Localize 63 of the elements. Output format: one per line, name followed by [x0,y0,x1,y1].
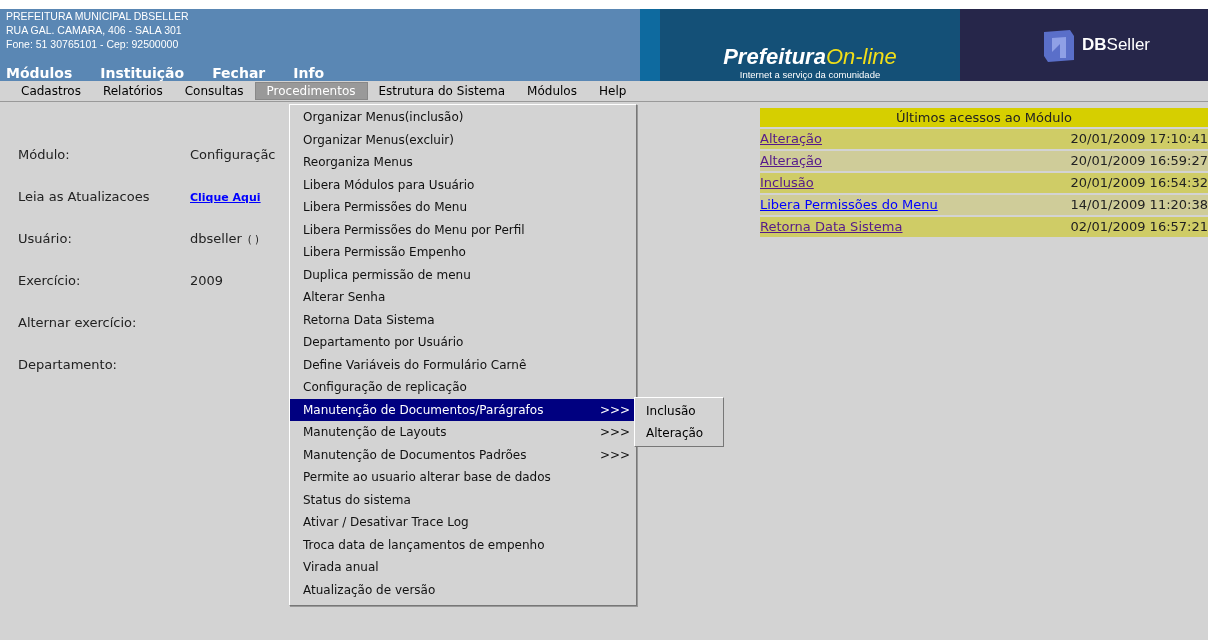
address-text: Fone: 51 30765101 - Cep: 92500000 [6,37,180,51]
dropdown-item[interactable]: Libera Permissão Empenho [290,241,636,264]
recent-access-link[interactable]: Alteração [760,151,822,171]
top-menu-link[interactable]: Fechar [212,65,266,81]
menu-item[interactable]: Estrutura do Sistema [367,81,517,101]
access-date: 20/01/2009 16:59:27 [1070,152,1208,170]
menu-item[interactable]: Relatórios [91,81,174,101]
dropdown-item[interactable]: Virada anual [290,556,636,579]
parentheses-text: ( ) [247,234,259,245]
dropdown-item[interactable]: Atualização de versão [290,578,636,601]
field-label: Departamento: [18,357,118,372]
field-label: Leia as Atualizacoes [18,189,151,204]
field-value: Configuraçãc [190,147,276,162]
field-label: Módulo: [18,147,71,162]
address-text: PREFEITURA MUNICIPAL DBSELLER [6,9,190,23]
dropdown-item[interactable]: Departamento por Usuário [290,331,636,354]
recent-access-link[interactable]: Inclusão [760,173,814,193]
field-label: Alternar exercício: [18,315,138,330]
field-label: Usuário: [18,231,73,246]
dropdown-item[interactable]: Retorna Data Sistema [290,308,636,331]
brand-suffix: On-line [825,44,897,69]
top-menu-link[interactable]: Instituição [100,65,185,81]
dropdown-item[interactable]: Libera Permissões do Menu [290,196,636,219]
recent-access-link[interactable]: Retorna Data Sistema [760,217,903,237]
dropdown-item[interactable]: Manutenção de Documentos Padrões >>> [290,443,636,466]
top-menu-link[interactable]: Info [293,65,325,81]
dropdown-item[interactable]: Libera Módulos para Usuário [290,173,636,196]
dropdown-item[interactable]: Manutenção de Layouts >>> [290,421,636,444]
dropdown-item[interactable]: Status do sistema [290,488,636,511]
dropdown-item[interactable]: Define Variáveis do Formulário Carnê [290,353,636,376]
submenu-item[interactable]: Alteração [635,421,723,444]
access-date: 20/01/2009 16:54:32 [1070,174,1208,192]
dropdown-item[interactable]: Libera Permissões do Menu por Perfil [290,218,636,241]
access-date: 02/01/2009 16:57:21 [1070,218,1208,236]
field-value: dbseller [190,231,242,246]
updates-link[interactable]: Clique Aqui [190,191,261,204]
dropdown-item[interactable]: Permite ao usuario alterar base de dados [290,466,636,489]
access-date: 20/01/2009 17:10:41 [1070,130,1208,148]
dropdown-item[interactable]: Manutenção de Documentos/Parágrafos >>> [290,398,636,421]
menu-item[interactable]: Consultas [173,81,255,101]
recent-access-link[interactable]: Libera Permissões do Menu [760,195,938,215]
dropdown-item[interactable]: Ativar / Desativar Trace Log [290,511,636,534]
dropdown-item[interactable]: Duplica permissão de menu [290,263,636,286]
brand-title: Prefeitura [723,44,826,69]
dropdown-item[interactable]: Troca data de lançamentos de empenho [290,533,636,556]
menu-item[interactable]: Help [587,81,638,101]
address-text: RUA GAL. CAMARA, 406 - SALA 301 [6,23,183,37]
field-value: 2009 [190,273,224,288]
submenu-item[interactable]: Inclusão [635,399,723,422]
dropdown-item[interactable]: Organizar Menus(excluir) [290,128,636,151]
dropdown-item[interactable]: Reorganiza Menus [290,151,636,174]
dropdown-item[interactable]: Organizar Menus(inclusão) [290,106,636,129]
dropdown-item[interactable]: Configuração de replicação [290,376,636,399]
recent-access-header: Últimos acessos ao Módulo [760,108,1208,127]
brand-tagline: Internet a serviço da comunidade [739,69,881,80]
top-menu-link[interactable]: Módulos [6,65,73,81]
access-date: 14/01/2009 11:20:38 [1070,196,1208,214]
menu-item[interactable]: Cadastros [10,81,92,101]
field-label: Exercício: [18,273,82,288]
vendor-name: DBSeller [1082,35,1151,55]
recent-access-link[interactable]: Alteração [760,129,822,149]
dropdown-item[interactable]: Alterar Senha [290,286,636,309]
menu-item[interactable]: Módulos [516,81,588,101]
